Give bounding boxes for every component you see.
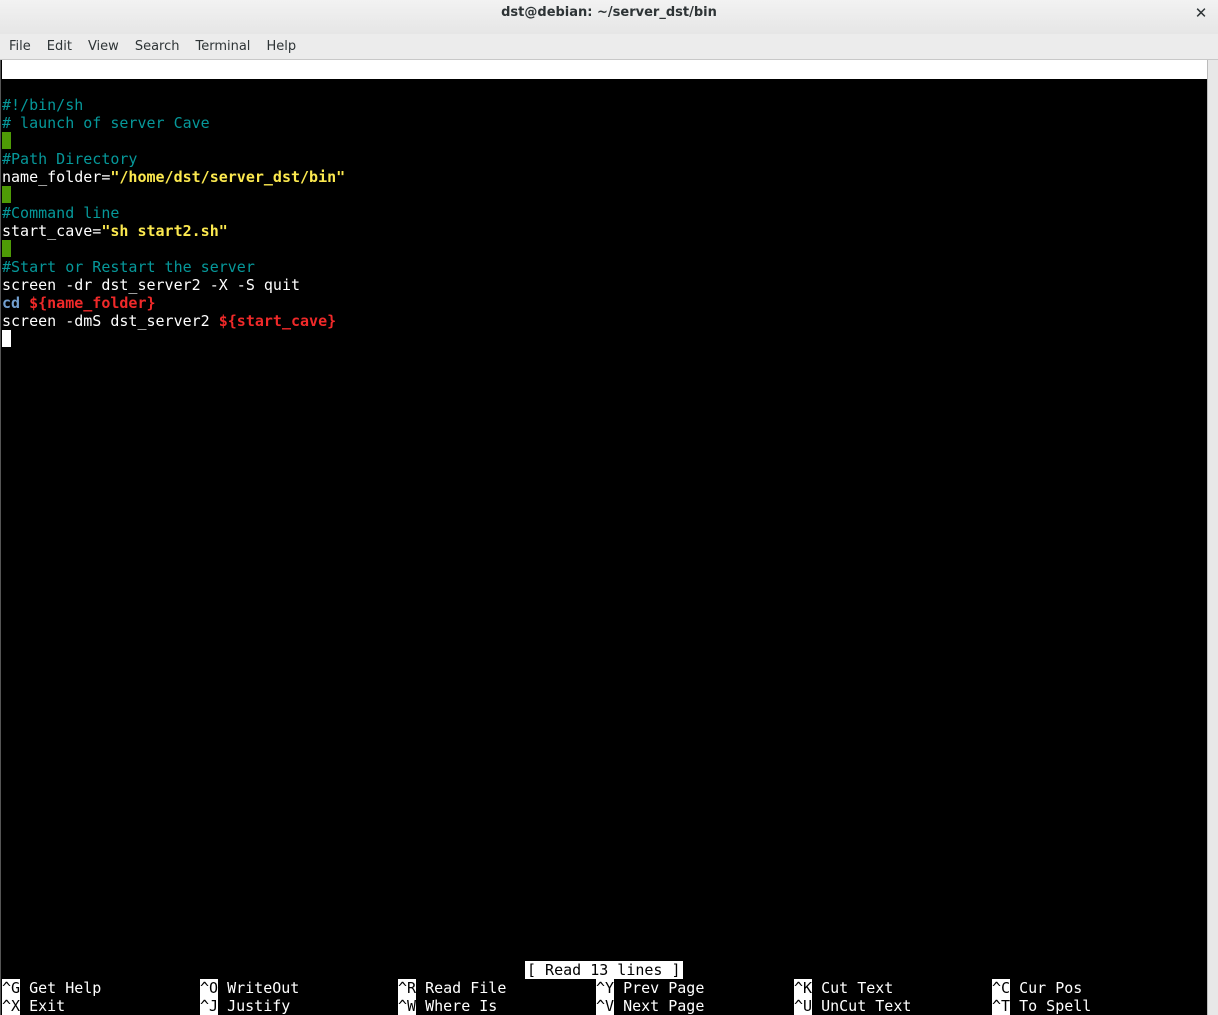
shortcut-uncut-text[interactable]: ^U UnCut Text [794,997,911,1015]
code-line-9 [2,240,11,258]
shortcut-label: Prev Page [614,979,705,997]
shortcut-key: ^R [398,979,417,997]
shortcut-to-spell[interactable]: ^T To Spell [992,997,1091,1015]
code-comment: # launch of server Cave [2,114,210,132]
shortcut-cut-text[interactable]: ^K Cut Text [794,979,893,997]
shortcut-next-page[interactable]: ^V Next Page [596,997,704,1015]
shortcut-key: ^T [992,997,1011,1015]
trailing-whitespace-marker [2,240,11,257]
code-line-10: #Start or Restart the server [2,258,255,276]
shortcut-key: ^O [200,979,219,997]
shortcut-key: ^Y [596,979,615,997]
menu-terminal[interactable]: Terminal [187,34,258,59]
shortcut-writeout[interactable]: ^O WriteOut [200,979,299,997]
window-title: dst@debian: ~/server_dst/bin [501,5,717,20]
shortcut-where-is[interactable]: ^W Where Is [398,997,497,1015]
shortcut-read-file[interactable]: ^R Read File [398,979,506,997]
menu-help[interactable]: Help [258,34,304,59]
shortcut-label: Read File [416,979,507,997]
menu-file[interactable]: File [0,34,39,59]
code-line-3 [2,132,11,150]
window-titlebar: dst@debian: ~/server_dst/bin ✕ [0,0,1218,35]
status-message: [ Read 13 lines ] [525,961,683,979]
code-line-8: start_cave="sh start2.sh" [2,222,228,240]
shortcut-label: Exit [20,997,66,1015]
code-line-4: #Path Directory [2,150,137,168]
shortcut-label: Cur Pos [1010,979,1083,997]
code-string: "sh start2.sh" [101,222,228,240]
shortcut-label: Cut Text [812,979,894,997]
code-comment: #Command line [2,204,120,222]
shortcut-label: Get Help [20,979,102,997]
code-line-12: cd ${name_folder} [2,294,156,312]
menu-bar: File Edit View Search Terminal Help [0,34,1218,60]
code-text: screen -dr dst_server2 -X -S quit [2,276,301,294]
shortcut-key: ^K [794,979,813,997]
code-comment: #!/bin/sh [2,96,84,114]
shortcut-label: Where Is [416,997,498,1015]
code-text: screen -dmS dst_server2 [2,312,219,330]
shortcut-cur-pos[interactable]: ^C Cur Pos [992,979,1082,997]
shortcut-label: Justify [218,997,291,1015]
code-line-14 [2,330,11,348]
code-line-11: screen -dr dst_server2 -X -S quit [2,276,300,294]
shortcut-label: Next Page [614,997,705,1015]
shortcut-prev-page[interactable]: ^Y Prev Page [596,979,704,997]
text-cursor [2,330,11,347]
close-icon[interactable]: ✕ [1192,2,1210,24]
code-line-13: screen -dmS dst_server2 ${start_cave} [2,312,336,330]
shortcut-key: ^V [596,997,615,1015]
shortcut-key: ^X [2,997,21,1015]
code-line-1: #!/bin/sh [2,96,83,114]
scrollbar[interactable] [1207,60,1218,1015]
shortcut-key: ^U [794,997,813,1015]
menu-edit[interactable]: Edit [39,34,80,59]
shortcut-key: ^W [398,997,417,1015]
trailing-whitespace-marker [2,132,11,149]
code-text: start_cave= [2,222,102,240]
nano-filename: File: /home/dst/server_dst/bin/restart2.… [354,98,734,116]
shortcut-key: ^C [992,979,1011,997]
code-variable: ${start_cave} [218,312,337,330]
shortcut-label: WriteOut [218,979,300,997]
code-line-7: #Command line [2,204,119,222]
code-line-2: # launch of server Cave [2,114,210,132]
code-line-6 [2,186,11,204]
terminal-area[interactable]: GNU nano 2.2.6 File: /home/dst/server_ds… [0,60,1209,1015]
trailing-whitespace-marker [2,186,11,203]
nano-header: GNU nano 2.2.6 File: /home/dst/server_ds… [2,60,1208,116]
menu-view[interactable]: View [80,34,127,59]
code-line-5: name_folder="/home/dst/server_dst/bin" [2,168,345,186]
menu-search[interactable]: Search [127,34,188,59]
shortcut-exit[interactable]: ^X Exit [2,997,65,1015]
code-keyword: cd [2,294,21,312]
code-text: name_folder= [2,168,111,186]
shortcut-key: ^G [2,979,21,997]
shortcut-key: ^J [200,997,219,1015]
shortcut-label: UnCut Text [812,997,912,1015]
shortcut-get-help[interactable]: ^G Get Help [2,979,101,997]
shortcut-justify[interactable]: ^J Justify [200,997,290,1015]
code-comment: #Path Directory [2,150,138,168]
shortcut-label: To Spell [1010,997,1092,1015]
code-variable: ${name_folder} [29,294,156,312]
code-comment: #Start or Restart the server [2,258,255,276]
code-string: "/home/dst/server_dst/bin" [110,168,346,186]
